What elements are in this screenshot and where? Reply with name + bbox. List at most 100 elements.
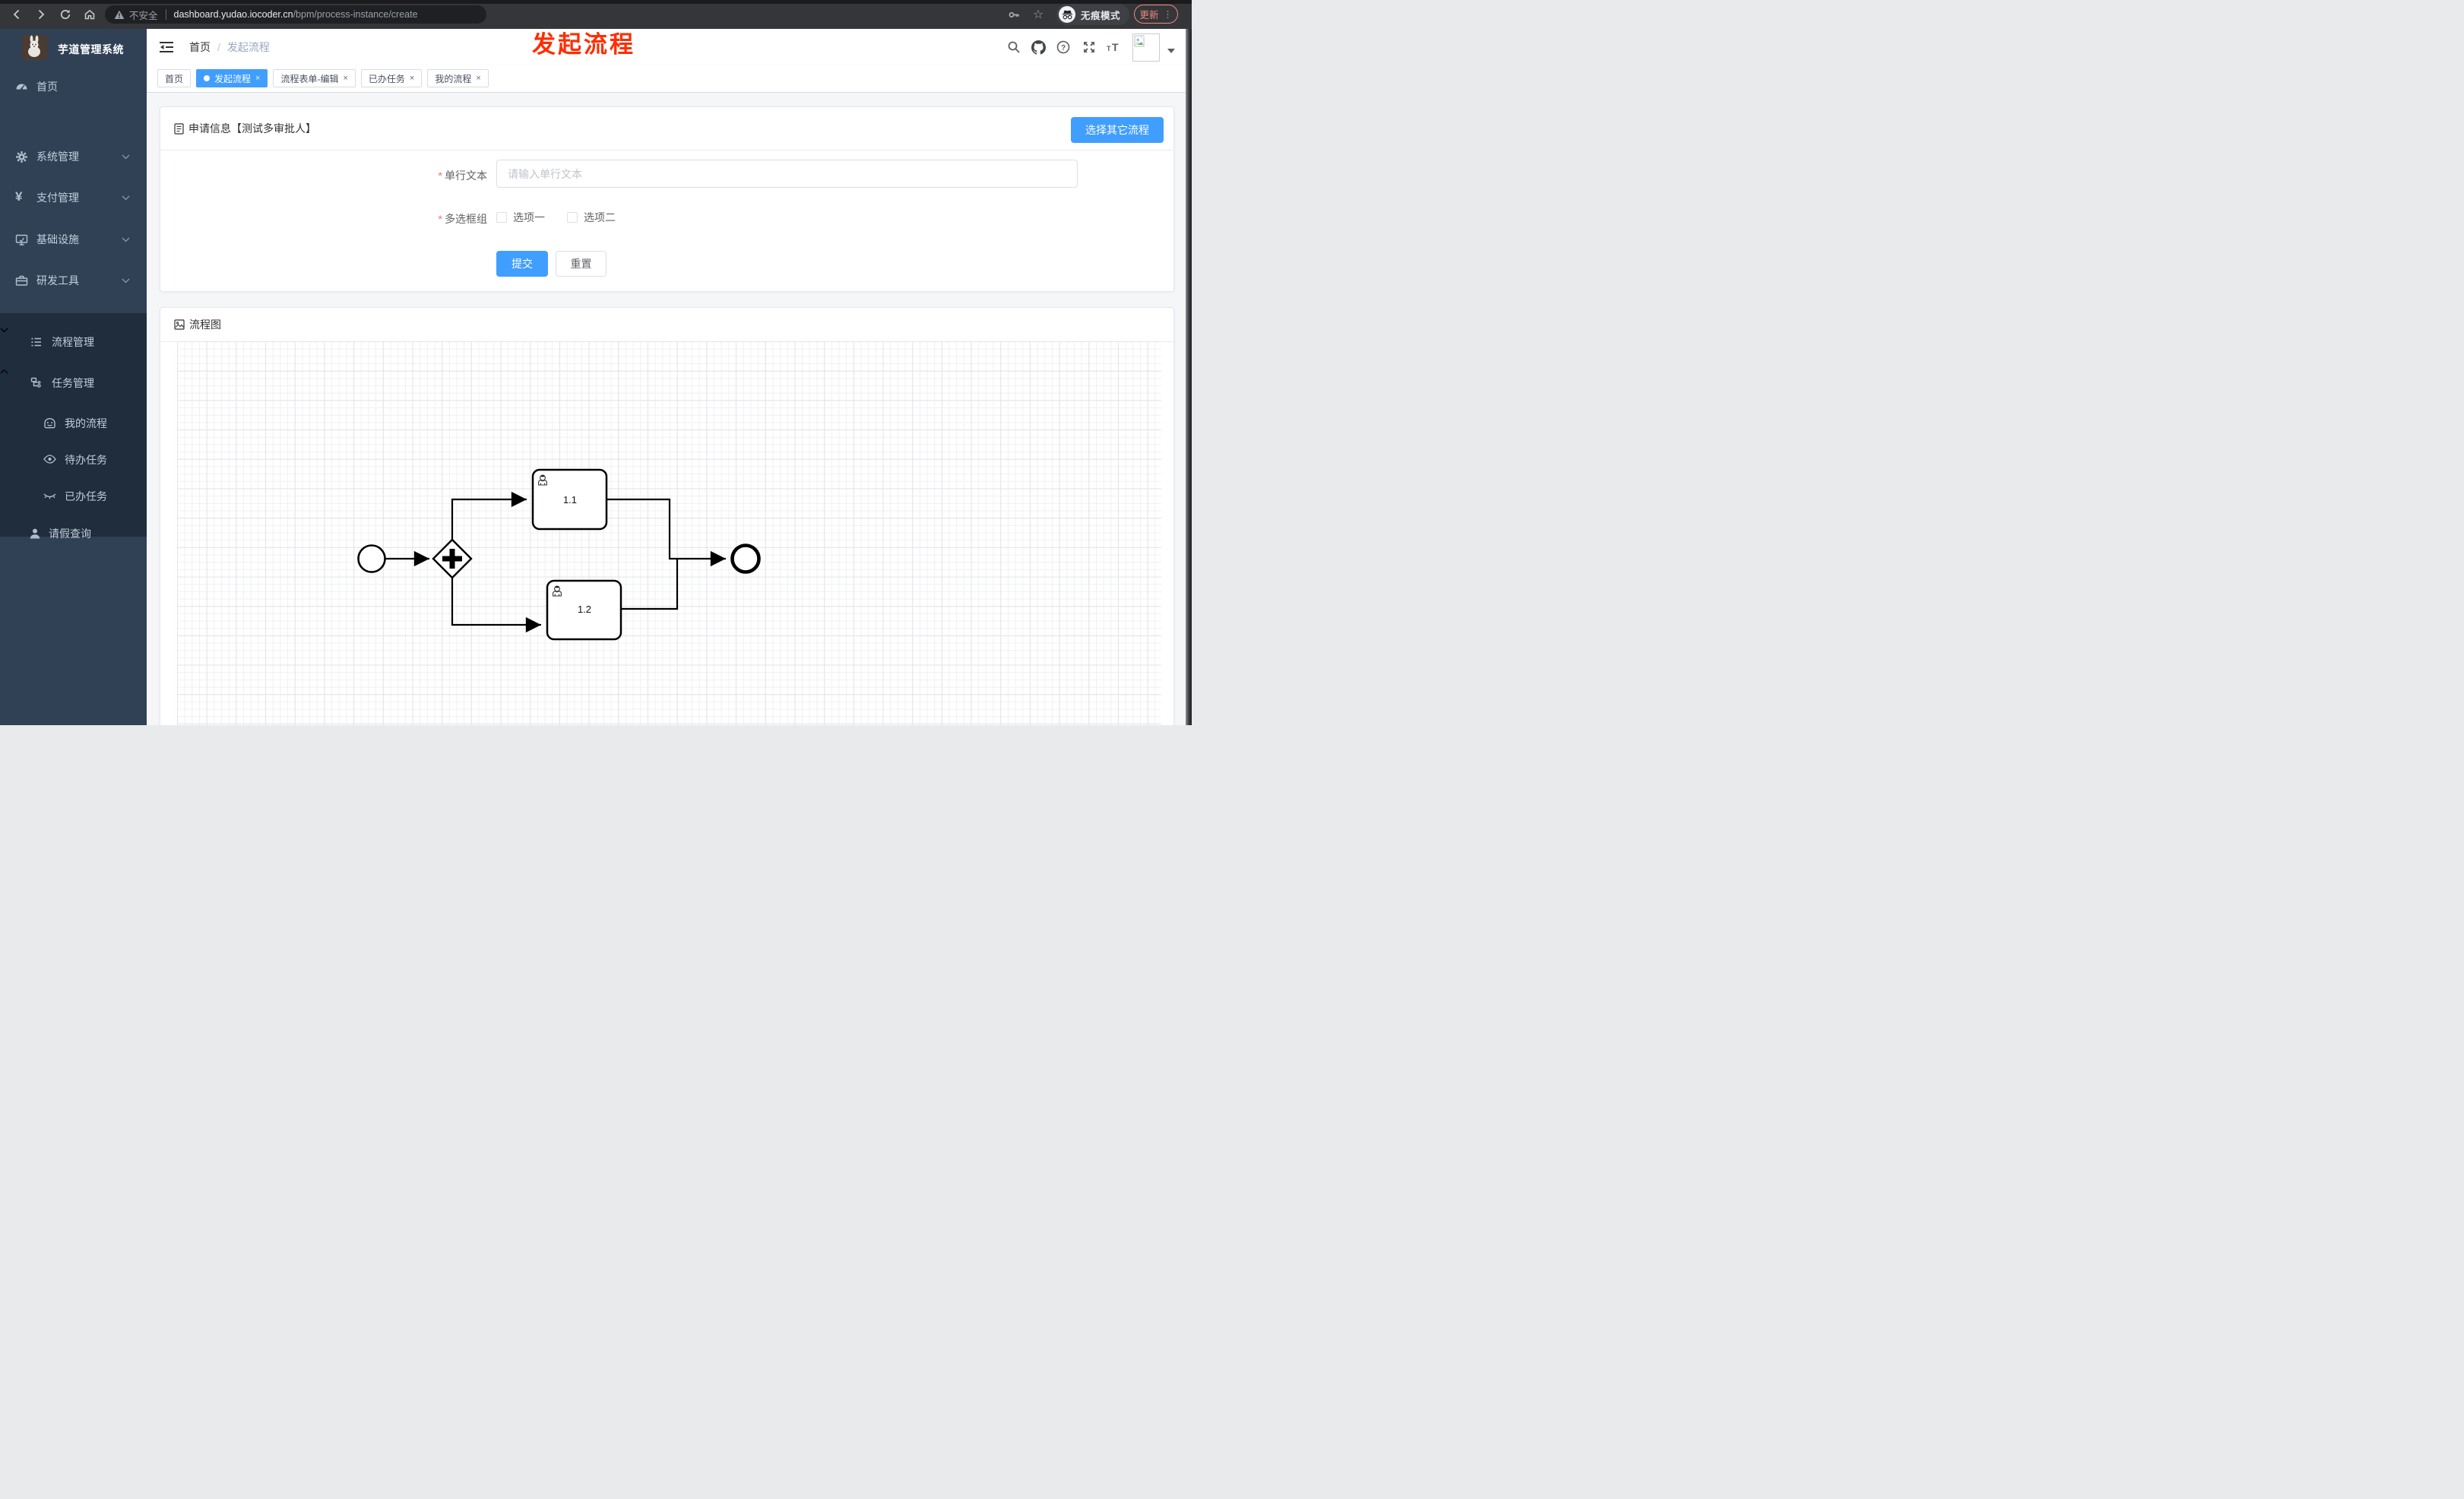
- tab-start-process[interactable]: 发起流程 ×: [196, 69, 268, 87]
- window-scrollbar[interactable]: [1186, 29, 1192, 725]
- help-icon[interactable]: ?: [1056, 40, 1071, 55]
- edge-gateway-task1: [451, 491, 527, 540]
- yen-icon: ¥: [15, 189, 23, 204]
- active-tab-dot: [204, 75, 211, 81]
- annotation-title: 发起流程: [532, 31, 635, 58]
- sidebar-submenu-workflow: 流程管理 任务管理 我的流程 待办任务 已办任务 请假查询: [0, 313, 147, 540]
- dashboard-icon: [15, 81, 28, 93]
- reset-button[interactable]: 重置: [556, 251, 606, 277]
- edge-task2-merge: [621, 559, 679, 610]
- chevron-down-icon: [122, 274, 130, 287]
- github-icon[interactable]: [1031, 40, 1046, 55]
- submit-button[interactable]: 提交: [496, 251, 548, 277]
- tab-process-form-edit[interactable]: 流程表单-编辑 ×: [273, 69, 356, 87]
- tab-home[interactable]: 首页: [157, 69, 192, 87]
- sidebar-item-payment[interactable]: ¥ 支付管理: [0, 177, 147, 218]
- user-task-node-1-1[interactable]: 1.1: [531, 468, 608, 531]
- tab-label: 已办任务: [368, 73, 405, 84]
- browser-menu-dots-icon[interactable]: ⋮: [1164, 9, 1173, 20]
- chevron-down-icon: [122, 191, 130, 204]
- checkbox-icon[interactable]: [496, 212, 507, 223]
- fullscreen-icon[interactable]: [1082, 40, 1097, 55]
- checkbox-option-2[interactable]: 选项二: [567, 210, 616, 225]
- security-label: 不安全: [129, 10, 158, 21]
- password-key-icon[interactable]: [1006, 7, 1021, 22]
- breadcrumb-current: 发起流程: [226, 41, 270, 53]
- security-warning-icon[interactable]: [114, 10, 125, 20]
- breadcrumb: 首页 / 发起流程: [189, 29, 270, 65]
- checkbox-label: 选项一: [513, 211, 545, 223]
- sidebar-item-infrastructure[interactable]: 基础设施: [0, 219, 147, 260]
- choose-other-process-button[interactable]: 选择其它流程: [1071, 117, 1164, 143]
- parallel-gateway-node[interactable]: [432, 538, 473, 579]
- sidebar-item-label: 支付管理: [36, 192, 79, 204]
- tab-label: 流程表单-编辑: [280, 73, 339, 84]
- avatar-caret-down-icon[interactable]: [1167, 49, 1175, 53]
- url-text[interactable]: dashboard.yudao.iocoder.cn/bpm/process-i…: [174, 9, 418, 20]
- flow-chart-title: 流程图: [189, 318, 221, 331]
- screen: 不安全 dashboard.yudao.iocoder.cn/bpm/proce…: [0, 0, 1192, 725]
- font-size-icon[interactable]: TT: [1107, 40, 1122, 55]
- required-asterisk: *: [438, 213, 442, 225]
- checkbox-icon[interactable]: [567, 212, 578, 223]
- apply-info-card: 申请信息【测试多审批人】 选择其它流程 *单行文本 *多选框组 选项一 选项二 …: [160, 106, 1174, 292]
- end-event-node[interactable]: [730, 544, 761, 574]
- browser-back-icon[interactable]: [9, 7, 24, 22]
- task-label: 1.2: [578, 604, 591, 615]
- sidebar-collapse-icon[interactable]: [159, 40, 174, 55]
- monitor-icon: [15, 233, 28, 246]
- sidebar-item-devtools[interactable]: 研发工具: [0, 260, 147, 301]
- browser-home-icon[interactable]: [82, 7, 97, 22]
- start-event-node[interactable]: [357, 544, 386, 573]
- task-label: 1.1: [563, 494, 577, 505]
- checkbox-option-1[interactable]: 选项一: [496, 210, 545, 225]
- main-content: 申请信息【测试多审批人】 选择其它流程 *单行文本 *多选框组 选项一 选项二 …: [147, 93, 1186, 725]
- sidebar-item-label: 研发工具: [36, 274, 79, 287]
- apply-info-title: 申请信息【测试多审批人】: [188, 122, 316, 135]
- breadcrumb-separator: /: [217, 41, 220, 53]
- toolbox-icon: [15, 274, 28, 287]
- tab-my-process[interactable]: 我的流程 ×: [427, 69, 489, 87]
- sidebar-item-label: 流程管理: [52, 336, 94, 348]
- sidebar-item-task-management[interactable]: 任务管理: [0, 364, 147, 402]
- tab-close-icon[interactable]: ×: [255, 74, 260, 83]
- apply-info-card-header: 申请信息【测试多审批人】: [160, 107, 1173, 151]
- field-label-single-line-text: * 单行文本: [438, 170, 487, 182]
- bpmn-diagram: 1.1 1.2: [357, 468, 761, 641]
- single-line-text-input[interactable]: [496, 160, 1078, 188]
- browser-reload-icon[interactable]: [58, 7, 73, 22]
- sidebar-logo-row[interactable]: 芋道管理系统: [0, 29, 147, 68]
- avatar[interactable]: [1132, 33, 1160, 62]
- breadcrumb-home[interactable]: 首页: [189, 40, 211, 55]
- field-label-checkbox-group: * 多选框组: [438, 213, 487, 225]
- user-task-node-1-2[interactable]: 1.2: [546, 579, 622, 641]
- sidebar-item-home[interactable]: 首页: [0, 66, 147, 107]
- incognito-icon: [1059, 6, 1075, 23]
- address-bar[interactable]: 不安全 dashboard.yudao.iocoder.cn/bpm/proce…: [105, 5, 486, 24]
- sidebar-item-system[interactable]: 系统管理: [0, 136, 147, 177]
- tab-label: 首页: [165, 73, 184, 84]
- sidebar-item-label: 请假查询: [49, 528, 91, 540]
- tab-done-tasks[interactable]: 已办任务 ×: [360, 69, 423, 87]
- app-logo: [22, 35, 47, 60]
- tab-close-icon[interactable]: ×: [410, 74, 414, 83]
- edge-gateway-task2: [451, 578, 541, 633]
- bpmn-canvas[interactable]: 1.1 1.2: [177, 341, 1161, 725]
- sidebar-item-my-process[interactable]: 我的流程: [0, 404, 147, 442]
- browser-update-button[interactable]: 更新 ⋮: [1134, 5, 1178, 24]
- svg-text:?: ?: [1061, 44, 1066, 52]
- sidebar-item-todo-tasks[interactable]: 待办任务: [0, 441, 147, 479]
- tab-label: 发起流程: [214, 73, 252, 84]
- tab-close-icon[interactable]: ×: [343, 74, 347, 83]
- sidebar-item-leave-query[interactable]: 请假查询: [0, 515, 147, 553]
- url-path: /bpm/process-instance/create: [293, 9, 418, 20]
- sidebar-item-process-management[interactable]: 流程管理: [0, 323, 147, 361]
- sidebar-item-done-tasks[interactable]: 已办任务: [0, 477, 147, 515]
- browser-forward-icon[interactable]: [33, 7, 49, 22]
- sidebar-item-label: 任务管理: [52, 377, 94, 389]
- bookmark-star-icon[interactable]: ☆: [1031, 7, 1046, 22]
- tab-bar: 首页 发起流程 × 流程表单-编辑 × 已办任务 × 我的流程 ×: [147, 65, 1192, 93]
- tab-close-icon[interactable]: ×: [476, 74, 480, 83]
- search-icon[interactable]: [1006, 40, 1021, 55]
- sidebar-item-label: 系统管理: [36, 151, 79, 163]
